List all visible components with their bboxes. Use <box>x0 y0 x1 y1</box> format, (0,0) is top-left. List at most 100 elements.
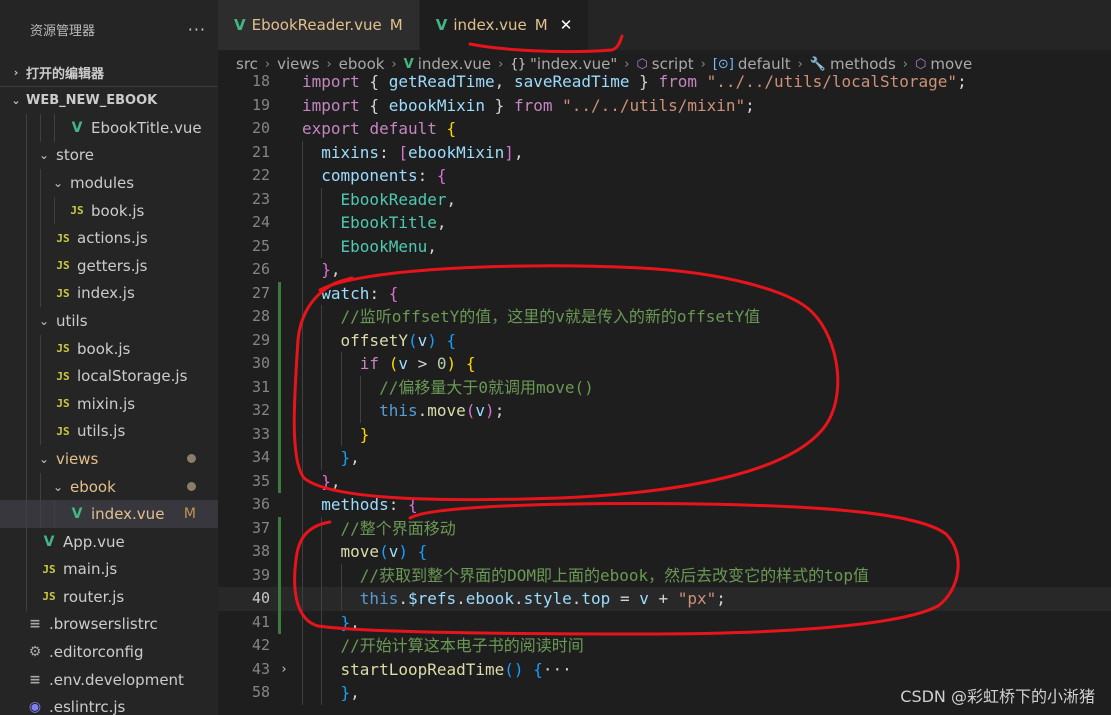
modified-dot-icon <box>187 482 196 492</box>
tree-item-env-development[interactable]: ≡ .env.development <box>0 666 218 694</box>
code-text: }, <box>302 681 360 705</box>
modified-gutter-marker <box>278 305 281 329</box>
tree-item-actions-js[interactable]: JS actions.js <box>0 224 218 252</box>
explorer-header: 资源管理器 ··· <box>0 0 218 58</box>
more-actions-icon[interactable]: ··· <box>188 20 206 39</box>
code-token: { <box>359 72 389 91</box>
config-file-icon: ≡ <box>29 616 41 633</box>
tree-item-label: actions.js <box>77 229 148 248</box>
modified-gutter-marker <box>278 281 281 305</box>
modified-dot-icon <box>187 454 196 464</box>
code-text: //监听offsetY的值，这里的v就是传入的新的offsetY值 <box>302 305 761 329</box>
tree-item-book-js[interactable]: JS book.js <box>0 334 218 363</box>
indent-guide <box>26 362 27 390</box>
tree-item-main-js[interactable]: JS main.js <box>0 555 218 584</box>
project-section[interactable]: ⌄ WEB_NEW_EBOOK <box>0 86 218 114</box>
code-token: { <box>446 119 457 138</box>
code-token: v <box>388 542 399 561</box>
code-line: 34 }, <box>218 446 1111 470</box>
code-text: this.move(v); <box>302 399 504 423</box>
code-line: 27 watch: { <box>218 281 1111 305</box>
tree-item-app-vue[interactable]: V App.vue <box>0 527 218 556</box>
chevron-right-icon[interactable]: › <box>280 658 288 682</box>
js-file-icon: JS <box>56 397 70 411</box>
tree-item-localstorage-js[interactable]: JS localStorage.js <box>0 362 218 390</box>
code-token: ( <box>465 401 476 420</box>
line-number: 22 <box>251 166 270 184</box>
code-text: //获取到整个界面的DOM即上面的ebook，然后去改变它的样式的top值 <box>302 564 869 588</box>
code-line: 42 //开始计算这本电子书的阅读时间 <box>218 634 1111 658</box>
tree-item-label: getters.js <box>77 256 148 275</box>
tree-item-editorconfig[interactable]: ⚙ .editorconfig <box>0 638 218 666</box>
tree-item-ebook[interactable]: ⌄ ebook <box>0 472 218 501</box>
tab-ebookreader-vue[interactable]: V EbookReader.vue M <box>218 0 420 50</box>
js-file-icon: JS <box>56 286 70 300</box>
tree-item-ebooktitle-vue[interactable]: V EbookTitle.vue <box>0 114 218 142</box>
tree-item-views[interactable]: ⌄ views <box>0 445 218 473</box>
tree-item-label: views <box>56 449 99 468</box>
js-file-icon: JS <box>56 342 70 356</box>
config-file-icon: ≡ <box>29 671 41 688</box>
code-token: //偏移量大于0就调用move() <box>379 377 594 397</box>
tree-item-mixin-js[interactable]: JS mixin.js <box>0 389 218 418</box>
line-number: 34 <box>251 448 270 466</box>
tree-item-label: EbookTitle.vue <box>91 118 202 137</box>
open-editors-section[interactable]: › 打开的编辑器 <box>0 58 218 86</box>
tree-item-router-js[interactable]: JS router.js <box>0 583 218 611</box>
code-editor[interactable]: 18 import { getReadTime, saveReadTime } f… <box>218 70 1111 715</box>
tree-item-label: utils.js <box>77 422 126 441</box>
code-token: move <box>427 401 466 420</box>
vue-file-icon: V <box>71 119 83 136</box>
code-text: //整个界面移动 <box>302 517 456 541</box>
code-line: 38 move(v) { <box>218 540 1111 564</box>
close-icon[interactable]: ✕ <box>560 16 573 34</box>
js-file-icon: JS <box>56 259 70 273</box>
code-token: { <box>436 166 447 185</box>
code-token: //整个界面移动 <box>340 518 456 538</box>
code-text: mixins: [ebookMixin], <box>302 141 523 165</box>
tree-item-index-js[interactable]: JS index.js <box>0 279 218 308</box>
tab-label: index.vue <box>453 16 527 34</box>
indent-guide <box>40 389 41 418</box>
tree-item-eslintrc-js[interactable]: ◉ .eslintrc.js <box>0 693 218 715</box>
code-text: EbookReader, <box>302 188 457 212</box>
tree-item-book-js[interactable]: JS book.js <box>0 196 218 225</box>
code-token: methods <box>321 495 389 514</box>
indent-guide <box>40 472 41 501</box>
tree-item-getters-js[interactable]: JS getters.js <box>0 251 218 280</box>
indent-guide <box>26 527 27 556</box>
line-number: 19 <box>251 95 270 114</box>
line-number: 26 <box>251 260 270 278</box>
tree-item-utils-js[interactable]: JS utils.js <box>0 417 218 446</box>
tree-item-index-vue[interactable]: Vindex.vue M <box>0 500 218 528</box>
tree-item-store[interactable]: ⌄ store <box>0 141 218 170</box>
tree-item-label: ebook <box>70 477 116 496</box>
indent-guide <box>26 389 27 418</box>
indent-guide <box>26 279 27 308</box>
code-line: 30 if (v > 0) { <box>218 352 1111 376</box>
indent-guide <box>40 334 41 363</box>
code-line: 21 mixins: [ebookMixin], <box>218 140 1111 165</box>
js-file-icon: JS <box>42 562 56 576</box>
code-token: from <box>513 95 553 115</box>
code-token: , <box>446 189 457 209</box>
code-token: EbookTitle <box>340 213 437 232</box>
chevron-down-icon: ⌄ <box>52 175 64 190</box>
tab-index-vue[interactable]: Vindex.vue M ✕ <box>419 0 590 50</box>
tree-item-utils[interactable]: ⌄ utils <box>0 307 218 335</box>
code-text: EbookMenu, <box>302 235 437 259</box>
project-label: WEB_NEW_EBOOK <box>26 93 158 108</box>
line-number: 33 <box>251 424 270 443</box>
tree-item-modules[interactable]: ⌄ modules <box>0 169 218 197</box>
tree-item-browserslistrc[interactable]: ≡ .browserslistrc <box>0 611 218 639</box>
code-token: { <box>465 354 476 373</box>
tree-item-label: App.vue <box>63 532 125 551</box>
indent-guide <box>26 472 27 501</box>
